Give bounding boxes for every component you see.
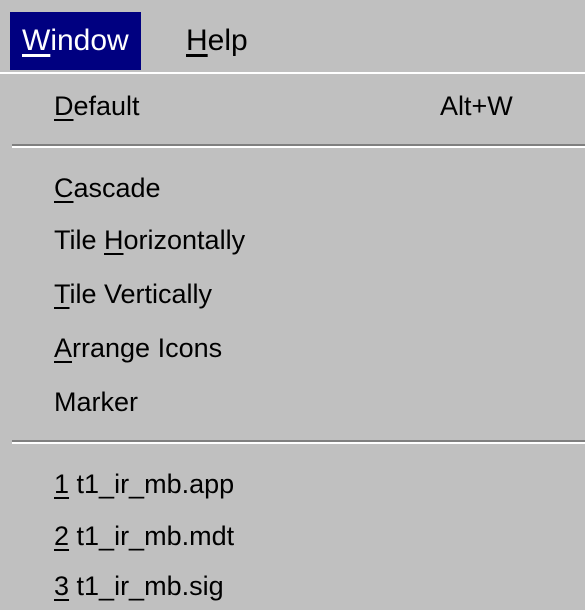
menu-item-default-label: efault (73, 91, 140, 121)
menu-window-mnemonic: W (22, 24, 51, 57)
menu-item-marker-label: Marker (54, 387, 139, 417)
menu-item-tile-horizontally[interactable]: Tile Horizontally (54, 214, 585, 266)
menu-separator (12, 440, 585, 444)
menu-window-label: indow (50, 24, 129, 57)
menu-item-window-1[interactable]: 1 t1_ir_mb.app (54, 458, 585, 510)
menu-item-window-2-label: t1_ir_mb.mdt (69, 521, 235, 551)
menu-item-arrange-icons-mnemonic: A (54, 333, 73, 363)
menu-separator (12, 144, 585, 148)
menu-item-window-2-mnemonic: 2 (54, 521, 70, 551)
menu-item-default[interactable]: Default Alt+W (54, 80, 585, 132)
menu-item-default-shortcut: Alt+W (440, 91, 513, 121)
menu-item-window-2[interactable]: 2 t1_ir_mb.mdt (54, 510, 585, 562)
menu-item-cascade-mnemonic: C (54, 173, 74, 203)
menu-item-cascade[interactable]: Cascade (54, 162, 585, 214)
menu-item-marker[interactable]: Marker (54, 376, 585, 428)
menu-item-window-3-label: t1_ir_mb.sig (69, 571, 224, 601)
menu-help-label: elp (207, 24, 248, 57)
menu-item-window-3-mnemonic: 3 (54, 571, 70, 601)
menu-item-tile-horizontally-mnemonic: H (104, 225, 124, 255)
menu-help[interactable]: Help (174, 12, 260, 70)
menu-help-mnemonic: H (186, 24, 208, 57)
menu-item-tile-vertically-mnemonic: T (54, 279, 70, 309)
menu-item-default-mnemonic: D (54, 91, 74, 121)
menu-item-window-3[interactable]: 3 t1_ir_mb.sig (54, 560, 585, 610)
menu-item-tile-horizontally-prefix: Tile (54, 225, 105, 255)
menu-item-tile-vertically[interactable]: Tile Vertically (54, 268, 585, 320)
menu-item-arrange-icons[interactable]: Arrange Icons (54, 322, 585, 374)
menu-item-window-1-label: t1_ir_mb.app (69, 469, 235, 499)
menu-item-tile-vertically-label: ile Vertically (69, 279, 213, 309)
menu-item-cascade-label: ascade (73, 173, 161, 203)
menu-item-tile-horizontally-label: orizontally (123, 225, 246, 255)
window-dropdown-menu: Default Alt+W Cascade Tile Horizontally … (0, 72, 585, 610)
menu-item-arrange-icons-label: rrange Icons (72, 333, 223, 363)
menu-window[interactable]: Window (10, 12, 141, 70)
menu-item-window-1-mnemonic: 1 (54, 469, 70, 499)
menu-bar: Window Help (0, 0, 585, 72)
